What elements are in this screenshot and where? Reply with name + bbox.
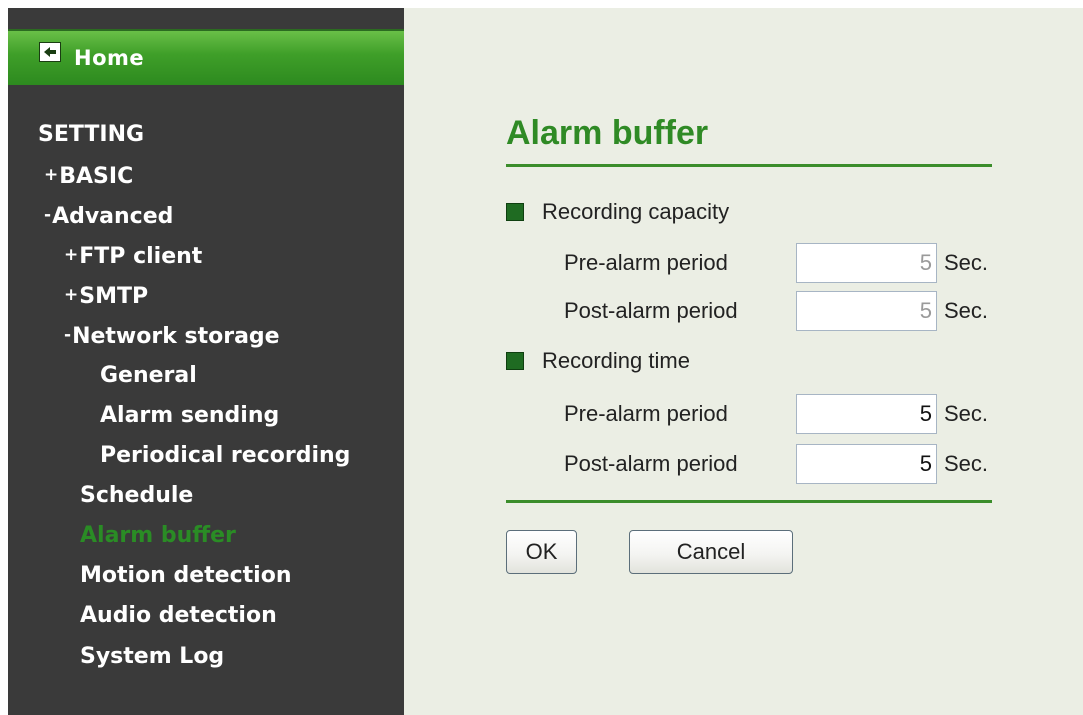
time-post-alarm-unit: Sec. [944, 451, 989, 476]
time-pre-alarm-input[interactable] [796, 394, 937, 434]
page-title: Alarm buffer [506, 114, 709, 152]
sidebar-item-motion-detection[interactable]: Motion detection [80, 561, 291, 591]
capacity-post-alarm-label: Post-alarm period [564, 298, 738, 323]
time-pre-alarm-label: Pre-alarm period [564, 401, 728, 426]
capacity-pre-alarm-unit: Sec. [944, 250, 989, 275]
home-label: Home [74, 46, 145, 70]
square-bullet-icon [506, 352, 524, 370]
capacity-pre-alarm-input[interactable] [796, 243, 937, 283]
sidebar-item-alarm-sending[interactable]: Alarm sending [100, 401, 279, 431]
group-label: Recording capacity [542, 199, 730, 224]
group-recording-time: Recording time [506, 349, 690, 373]
sidebar-item-advanced[interactable]: -Advanced [44, 200, 173, 232]
capacity-post-alarm-input[interactable] [796, 291, 937, 331]
main-content: Alarm buffer Recording capacity Pre-alar… [404, 8, 1083, 715]
sidebar-item-ftp-client[interactable]: +FTP client [64, 240, 202, 272]
back-arrow-icon [39, 42, 61, 62]
sidebar-item-alarm-buffer[interactable]: Alarm buffer [80, 521, 236, 551]
sidebar-item-system-log[interactable]: System Log [80, 642, 224, 672]
sidebar-item-audio-detection[interactable]: Audio detection [80, 601, 277, 631]
home-link[interactable]: Home [8, 29, 404, 85]
sidebar-item-periodical-recording[interactable]: Periodical recording [100, 441, 350, 471]
ok-button[interactable]: OK [506, 530, 577, 574]
capacity-pre-alarm-label: Pre-alarm period [564, 250, 728, 275]
sidebar-item-general[interactable]: General [100, 361, 197, 391]
sidebar-item-network-storage[interactable]: -Network storage [64, 320, 280, 352]
sidebar-section-setting: SETTING [38, 122, 145, 147]
sidebar-item-schedule[interactable]: Schedule [80, 481, 193, 511]
cancel-button[interactable]: Cancel [629, 530, 793, 574]
divider-bottom [506, 500, 992, 503]
time-post-alarm-label: Post-alarm period [564, 451, 738, 476]
sidebar: Home SETTING +BASIC -Advanced +FTP clien… [8, 8, 404, 715]
sidebar-item-basic[interactable]: +BASIC [44, 160, 133, 192]
square-bullet-icon [506, 203, 524, 221]
capacity-post-alarm-unit: Sec. [944, 298, 989, 323]
divider-top [506, 164, 992, 167]
time-pre-alarm-unit: Sec. [944, 401, 989, 426]
group-label: Recording time [542, 348, 690, 373]
app-page: Home SETTING +BASIC -Advanced +FTP clien… [0, 0, 1083, 715]
sidebar-item-smtp[interactable]: +SMTP [64, 280, 148, 312]
time-post-alarm-input[interactable] [796, 444, 937, 484]
group-recording-capacity: Recording capacity [506, 200, 729, 224]
